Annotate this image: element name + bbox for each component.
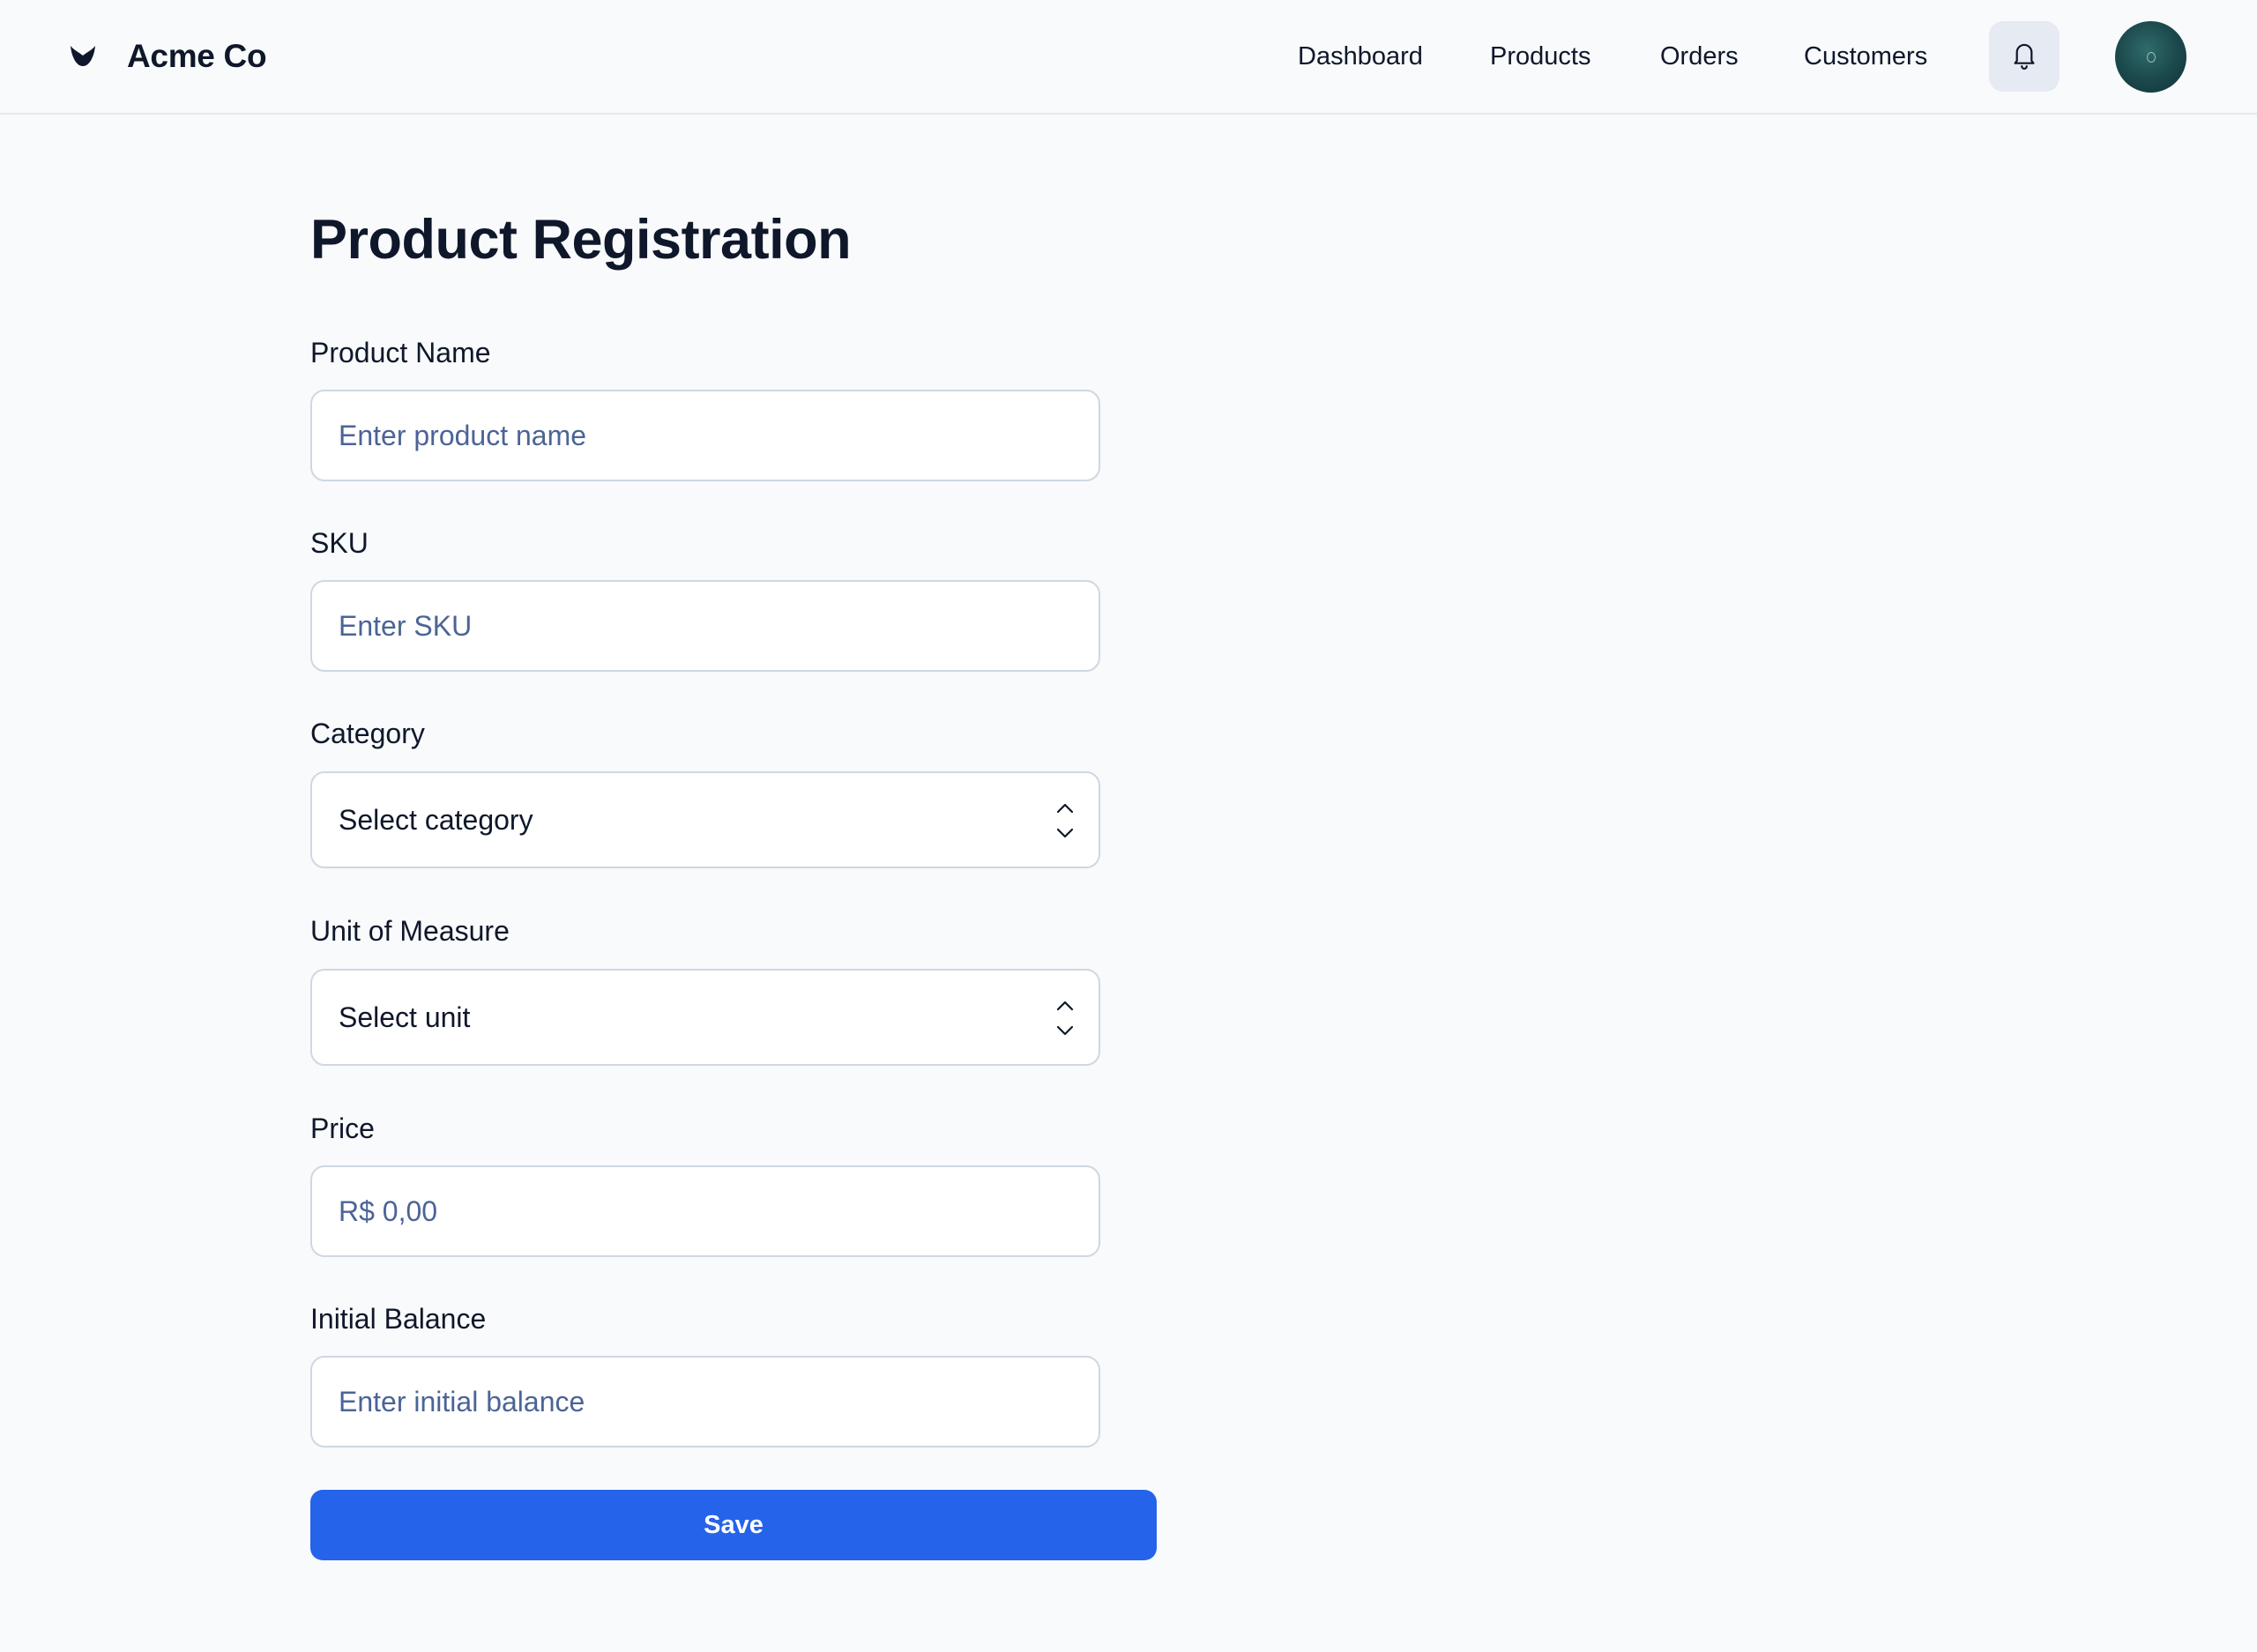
avatar-image xyxy=(2146,51,2156,63)
bell-icon xyxy=(2009,39,2039,75)
nav-products[interactable]: Products xyxy=(1490,0,1590,113)
user-avatar[interactable] xyxy=(2115,21,2186,93)
price-input[interactable] xyxy=(310,1165,1100,1257)
brand-name: Acme Co xyxy=(127,38,267,74)
save-button[interactable]: Save xyxy=(310,1490,1157,1560)
sku-label: SKU xyxy=(310,527,369,559)
chevron-up-down-icon xyxy=(1054,800,1076,842)
unit-label: Unit of Measure xyxy=(310,915,510,947)
nav-customers[interactable]: Customers xyxy=(1804,0,1927,113)
product-name-input[interactable] xyxy=(310,390,1100,481)
brand[interactable]: Acme Co xyxy=(69,0,267,113)
initial-balance-input[interactable] xyxy=(310,1356,1100,1447)
category-label: Category xyxy=(310,718,425,749)
unit-selected-value: Select unit xyxy=(339,1001,471,1033)
price-label: Price xyxy=(310,1112,375,1144)
product-name-label: Product Name xyxy=(310,337,491,368)
category-selected-value: Select category xyxy=(339,803,533,836)
category-select[interactable]: Select category xyxy=(310,771,1100,868)
nav-orders[interactable]: Orders xyxy=(1660,0,1739,113)
unit-select[interactable]: Select unit xyxy=(310,969,1100,1066)
sku-input[interactable] xyxy=(310,580,1100,672)
page-title: Product Registration xyxy=(310,209,852,271)
top-nav-bar: Acme Co Dashboard Products Orders Custom… xyxy=(0,0,2257,115)
notifications-button[interactable] xyxy=(1989,21,2060,92)
acme-logo-icon xyxy=(69,41,101,72)
nav-dashboard[interactable]: Dashboard xyxy=(1298,0,1423,113)
initial-balance-label: Initial Balance xyxy=(310,1303,487,1335)
chevron-up-down-icon xyxy=(1054,997,1076,1039)
